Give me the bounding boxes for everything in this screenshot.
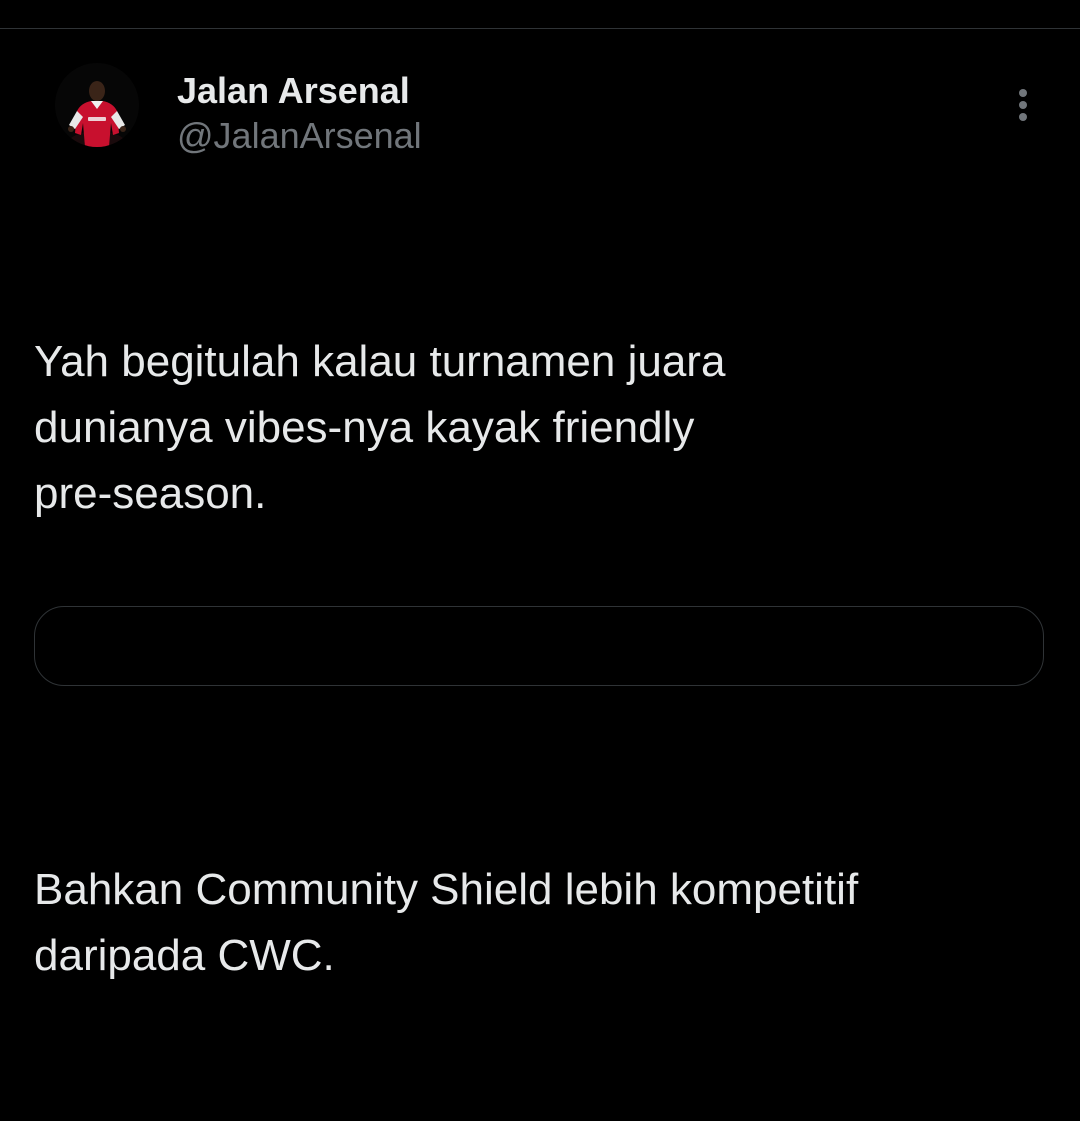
more-options-button[interactable] bbox=[1004, 81, 1044, 129]
avatar-photo-icon bbox=[55, 63, 139, 147]
quoted-tweet-card[interactable] bbox=[34, 606, 1044, 686]
author-handle[interactable]: @JalanArsenal bbox=[177, 113, 422, 159]
author-display-name[interactable]: Jalan Arsenal bbox=[177, 69, 422, 113]
avatar[interactable] bbox=[55, 63, 139, 147]
tweet-paragraph: Bahkan Community Shield lebih kompetitif… bbox=[34, 865, 859, 980]
tweet[interactable]: Jalan Arsenal @JalanArsenal Yah begitula… bbox=[0, 29, 1080, 980]
tweet-author[interactable]: Jalan Arsenal @JalanArsenal bbox=[177, 69, 422, 159]
tweet-paragraph: Yah begitulah kalau turnamen juara dunia… bbox=[34, 337, 726, 518]
